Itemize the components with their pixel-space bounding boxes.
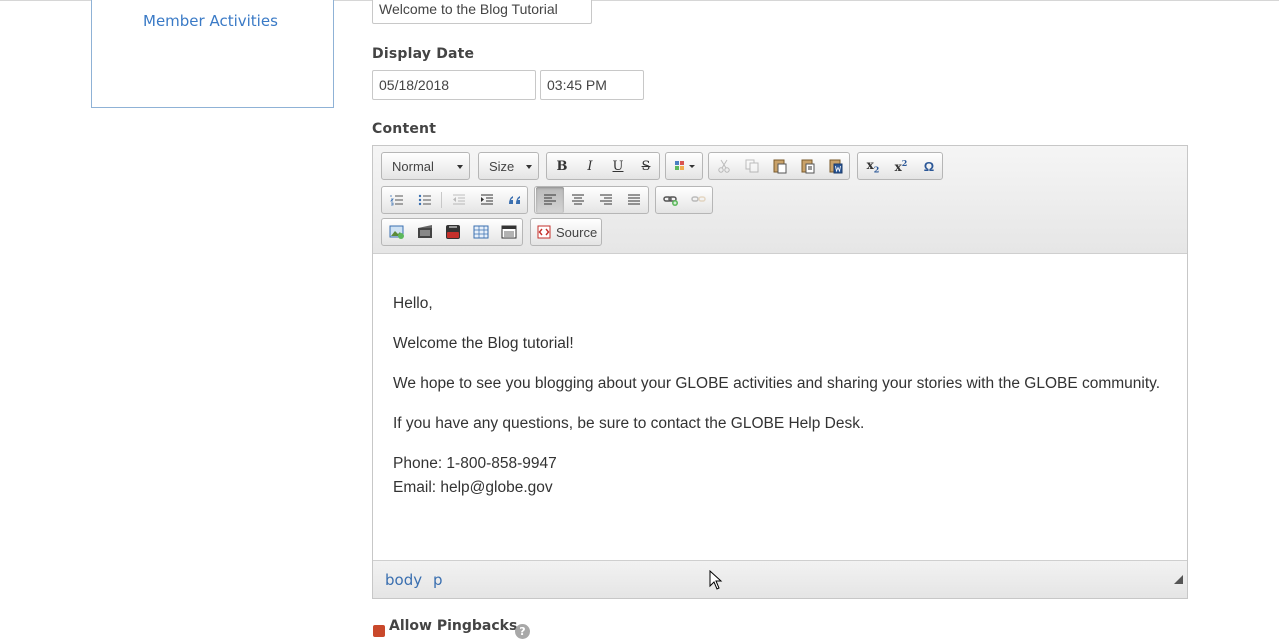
youtube-button[interactable] xyxy=(439,219,467,245)
content-paragraph: If you have any questions, be sure to co… xyxy=(393,415,865,432)
underline-button[interactable]: U xyxy=(604,153,632,179)
paste-word-icon xyxy=(829,159,843,174)
help-icon[interactable]: ? xyxy=(515,624,530,639)
content-phone: Phone: 1-800-858-9947 xyxy=(393,455,557,472)
source-icon xyxy=(537,225,551,239)
cut-button[interactable] xyxy=(710,153,738,179)
indent-button[interactable] xyxy=(473,187,501,213)
copy-icon xyxy=(745,159,759,173)
align-center-icon xyxy=(572,194,584,205)
superscript-icon: x2 xyxy=(894,158,908,174)
editor-toolbar: Normal Size B I U S x2 x2 Ω Source xyxy=(373,146,1187,254)
mouse-cursor-icon xyxy=(709,570,723,590)
quote-icon xyxy=(509,196,520,204)
title-input[interactable]: Welcome to the Blog Tutorial xyxy=(372,0,592,24)
bulleted-list-button[interactable] xyxy=(411,187,439,213)
bulleted-list-icon xyxy=(418,194,431,206)
unlink-button[interactable] xyxy=(685,187,713,213)
subscript-button[interactable]: x2 xyxy=(859,153,887,179)
justify-button[interactable] xyxy=(620,187,648,213)
content-paragraph: Welcome the Blog tutorial! xyxy=(393,335,574,352)
format-combo-label: Normal xyxy=(392,159,434,174)
align-left-icon xyxy=(544,194,556,205)
rich-text-editor: Normal Size B I U S x2 x2 Ω Source Hello… xyxy=(372,145,1188,599)
source-label: Source xyxy=(556,224,598,240)
outdent-icon xyxy=(453,194,465,205)
iframe-button[interactable] xyxy=(495,219,523,245)
display-date-input[interactable]: 05/18/2018 xyxy=(372,70,536,100)
paste-word-button[interactable] xyxy=(822,153,850,179)
color-palette-icon xyxy=(675,161,695,170)
align-center-button[interactable] xyxy=(564,187,592,213)
basic-styles-group: B I U S xyxy=(546,152,660,180)
scripts-group: x2 x2 Ω xyxy=(857,152,943,180)
list-indent-group xyxy=(381,186,528,214)
alignment-group xyxy=(534,186,649,214)
display-time-input[interactable]: 03:45 PM xyxy=(540,70,644,100)
strikethrough-button[interactable]: S xyxy=(632,153,660,179)
resize-grip-icon[interactable] xyxy=(1174,575,1183,584)
align-right-button[interactable] xyxy=(592,187,620,213)
iframe-icon xyxy=(501,225,517,239)
paste-text-button[interactable] xyxy=(794,153,822,179)
insert-group xyxy=(381,218,523,246)
content-paragraph: Hello, xyxy=(393,295,433,312)
allow-pingbacks-checkbox[interactable] xyxy=(373,625,385,637)
chevron-down-icon xyxy=(457,165,463,169)
link-icon xyxy=(663,196,678,206)
allow-pingbacks-label: Allow Pingbacks xyxy=(389,618,518,634)
scissors-icon xyxy=(718,159,730,173)
youtube-icon xyxy=(446,225,460,239)
unlink-icon xyxy=(691,196,706,202)
italic-button[interactable]: I xyxy=(576,153,604,179)
path-item-p[interactable]: p xyxy=(433,571,443,589)
size-combo[interactable]: Size xyxy=(478,152,539,180)
sidebar-link-member-activities[interactable]: Member Activities xyxy=(143,12,278,30)
chevron-down-icon xyxy=(526,165,532,169)
paste-button[interactable] xyxy=(766,153,794,179)
paste-text-icon xyxy=(801,159,815,174)
link-group xyxy=(655,186,713,214)
content-email: Email: help@globe.gov xyxy=(393,479,553,496)
numbered-list-icon xyxy=(390,195,403,206)
subscript-icon: x2 xyxy=(866,157,880,175)
align-right-icon xyxy=(600,194,612,205)
format-combo[interactable]: Normal xyxy=(381,152,470,180)
source-button[interactable]: Source xyxy=(530,218,602,246)
content-label: Content xyxy=(372,121,437,137)
content-paragraph: We hope to see you blogging about your G… xyxy=(393,375,1161,392)
sidebar-panel: Member Activities xyxy=(91,0,334,108)
clipboard-group xyxy=(708,152,850,180)
superscript-button[interactable]: x2 xyxy=(887,153,915,179)
table-button[interactable] xyxy=(467,219,495,245)
path-item-body[interactable]: body xyxy=(385,571,422,589)
video-button[interactable] xyxy=(411,219,439,245)
link-button[interactable] xyxy=(657,187,685,213)
bold-button[interactable]: B xyxy=(548,153,576,179)
paste-icon xyxy=(773,159,787,174)
text-color-button[interactable] xyxy=(668,153,702,179)
editor-statusbar: body p xyxy=(373,560,1187,598)
editor-content-area[interactable]: Hello, Welcome the Blog tutorial! We hop… xyxy=(373,254,1187,560)
outdent-button[interactable] xyxy=(445,187,473,213)
special-char-button[interactable]: Ω xyxy=(915,153,943,179)
align-left-button[interactable] xyxy=(536,187,564,213)
image-icon xyxy=(389,225,404,239)
justify-icon xyxy=(628,194,640,205)
indent-icon xyxy=(481,194,493,205)
image-button[interactable] xyxy=(383,219,411,245)
text-color-group xyxy=(665,152,703,180)
size-combo-label: Size xyxy=(489,159,515,174)
blockquote-button[interactable] xyxy=(501,187,529,213)
toolbar-separator xyxy=(441,192,442,208)
display-date-label: Display Date xyxy=(372,46,475,62)
numbered-list-button[interactable] xyxy=(383,187,411,213)
table-icon xyxy=(473,225,489,239)
film-icon xyxy=(418,225,432,238)
copy-button[interactable] xyxy=(738,153,766,179)
